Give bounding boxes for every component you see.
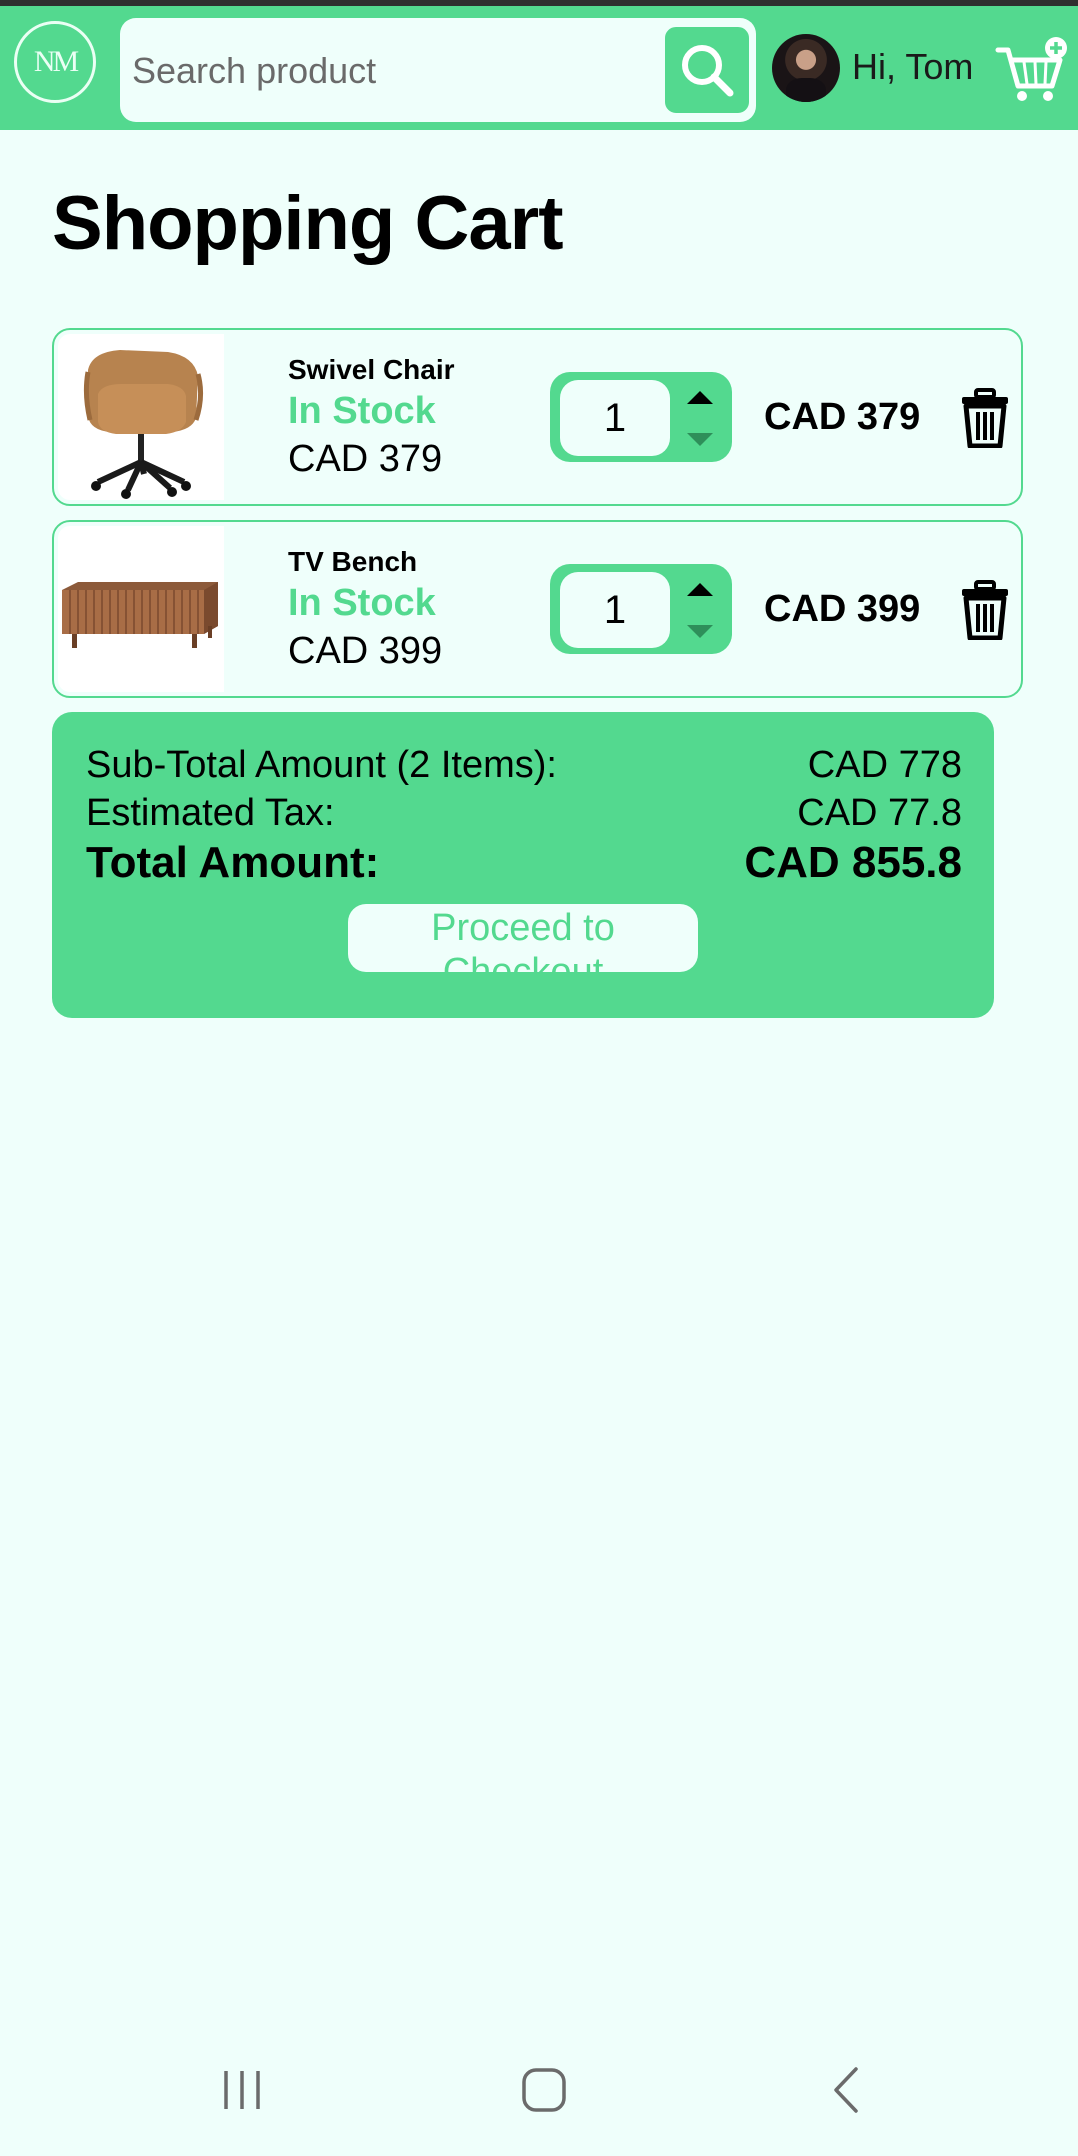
trash-icon[interactable] xyxy=(960,580,1010,640)
stock-status: In Stock xyxy=(288,582,436,624)
back-icon xyxy=(834,2067,858,2113)
total-value: CAD 855.8 xyxy=(744,838,962,887)
line-total: CAD 399 xyxy=(764,588,921,630)
search-button[interactable] xyxy=(662,24,752,116)
quantity-increase-button[interactable] xyxy=(680,574,720,604)
total-label: Total Amount: xyxy=(86,838,380,887)
chevron-up-icon xyxy=(687,583,713,596)
stock-status: In Stock xyxy=(288,390,436,432)
quantity-input[interactable] xyxy=(560,380,670,456)
trash-icon[interactable] xyxy=(960,388,1010,448)
chevron-down-icon xyxy=(687,625,713,638)
cart-item: Swivel Chair In Stock CAD 379 CAD 379 xyxy=(52,328,1023,506)
search-input[interactable] xyxy=(130,32,664,110)
unit-price: CAD 399 xyxy=(288,630,443,672)
avatar[interactable] xyxy=(772,34,840,102)
unit-price: CAD 379 xyxy=(288,438,443,480)
system-navigation-bar xyxy=(0,2040,1078,2140)
proceed-to-checkout-button[interactable]: Proceed to Checkout xyxy=(348,904,698,972)
quantity-increase-button[interactable] xyxy=(680,382,720,412)
user-greeting[interactable]: Hi, Tom xyxy=(852,46,973,88)
brand-logo[interactable]: NM xyxy=(14,21,96,103)
quantity-stepper xyxy=(550,564,732,654)
recent-apps-button[interactable] xyxy=(210,2062,274,2118)
product-image-tv-bench[interactable] xyxy=(58,526,224,692)
page-title: Shopping Cart xyxy=(52,181,564,266)
product-image-swivel-chair[interactable] xyxy=(58,334,224,500)
tax-label: Estimated Tax: xyxy=(86,792,335,834)
quantity-decrease-button[interactable] xyxy=(680,616,720,646)
subtotal-label: Sub-Total Amount (2 Items): xyxy=(86,744,557,786)
quantity-stepper xyxy=(550,372,732,462)
chevron-down-icon xyxy=(687,433,713,446)
product-name[interactable]: TV Bench xyxy=(288,546,417,578)
tax-value: CAD 77.8 xyxy=(797,792,962,834)
home-icon xyxy=(522,2068,566,2112)
total-row: Total Amount: CAD 855.8 xyxy=(86,838,962,888)
product-name[interactable]: Swivel Chair xyxy=(288,354,455,386)
search-icon xyxy=(682,45,734,97)
subtotal-row: Sub-Total Amount (2 Items): CAD 778 xyxy=(86,744,962,787)
line-total: CAD 379 xyxy=(764,396,921,438)
quantity-input[interactable] xyxy=(560,572,670,648)
logo-monogram: NM xyxy=(33,45,79,78)
cart-item: TV Bench In Stock CAD 399 CAD 399 xyxy=(52,520,1023,698)
back-button[interactable] xyxy=(814,2062,878,2118)
chevron-up-icon xyxy=(687,391,713,404)
quantity-decrease-button[interactable] xyxy=(680,424,720,454)
tax-row: Estimated Tax: CAD 77.8 xyxy=(86,792,962,835)
subtotal-value: CAD 778 xyxy=(807,744,962,786)
app-header: NM Hi, Tom xyxy=(0,6,1078,130)
home-button[interactable] xyxy=(512,2062,576,2118)
search-bar xyxy=(120,18,756,122)
recent-apps-icon xyxy=(224,2071,260,2109)
order-summary: Sub-Total Amount (2 Items): CAD 778 Esti… xyxy=(52,712,994,1018)
cart-add-icon[interactable] xyxy=(994,36,1070,106)
